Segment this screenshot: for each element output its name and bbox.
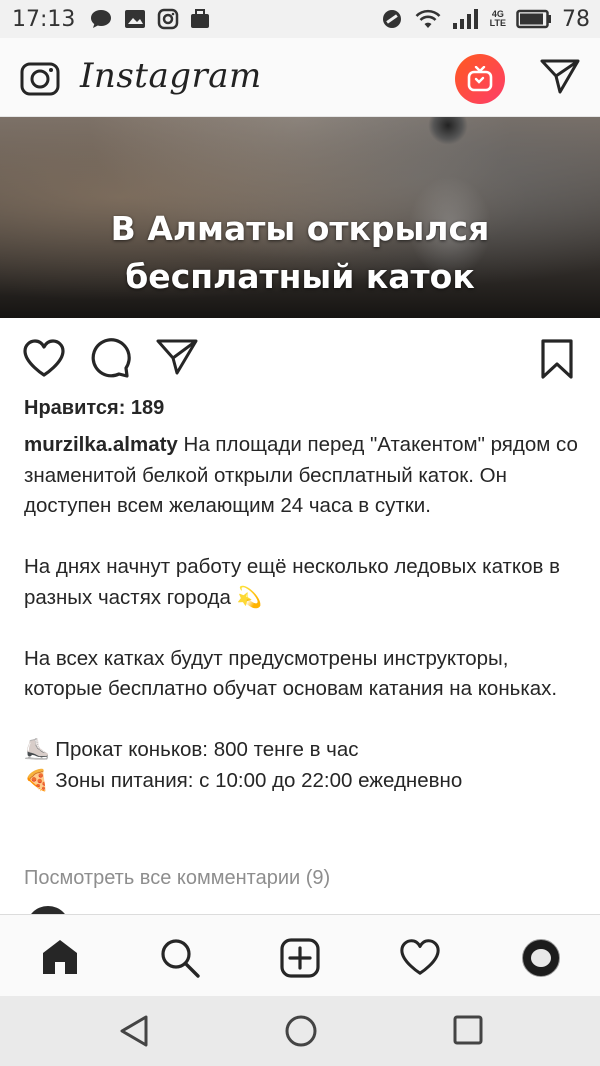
back-icon[interactable] bbox=[118, 1014, 150, 1048]
signal-icon bbox=[452, 9, 478, 29]
briefcase-icon bbox=[191, 9, 210, 28]
instagram-icon bbox=[158, 8, 179, 30]
likes-count[interactable]: Нравится: 189 bbox=[24, 397, 164, 420]
profile-avatar-image bbox=[522, 939, 560, 977]
recents-square-icon[interactable] bbox=[452, 1014, 484, 1046]
chat-bubble-icon bbox=[91, 10, 112, 28]
battery-percent: 78 bbox=[562, 6, 590, 32]
wifi-icon bbox=[415, 9, 441, 28]
battery-icon bbox=[516, 9, 551, 29]
post-actions bbox=[0, 320, 600, 390]
comment-icon[interactable] bbox=[90, 338, 132, 378]
caption-text-3: На всех катках будут предусмотрены инстр… bbox=[24, 646, 558, 701]
home-icon[interactable] bbox=[40, 937, 80, 977]
post-caption: murzilka.almaty На площади перед "Атакен… bbox=[24, 430, 580, 796]
caption-text-2: На днях начнут работу ещё несколько ледо… bbox=[24, 555, 566, 609]
image-headline: В Алматы открылся бесплатный каток bbox=[110, 209, 490, 296]
activity-heart-icon[interactable] bbox=[399, 937, 441, 977]
skater-silhouette bbox=[428, 117, 468, 145]
camera-icon[interactable] bbox=[20, 58, 60, 96]
network-type: 4G LTE bbox=[489, 9, 506, 28]
share-icon[interactable] bbox=[156, 338, 198, 376]
profile-avatar[interactable] bbox=[522, 939, 560, 977]
like-heart-icon[interactable] bbox=[22, 338, 66, 378]
caption-line-food: 🍕 Зоны питания: с 10:00 до 22:00 ежеднев… bbox=[24, 768, 463, 792]
view-comments-link[interactable]: Посмотреть все комментарии (9) bbox=[24, 867, 330, 890]
direct-message-icon[interactable] bbox=[540, 58, 580, 94]
app-header: Instagram bbox=[0, 38, 600, 117]
add-post-icon[interactable] bbox=[279, 937, 321, 979]
caption-line-skates: ⛸️ Прокат коньков: 800 тенге в час bbox=[24, 738, 359, 761]
bookmark-icon[interactable] bbox=[540, 338, 574, 380]
post-image[interactable]: В Алматы открылся бесплатный каток bbox=[0, 117, 600, 318]
system-navigation bbox=[0, 996, 600, 1066]
bottom-navigation bbox=[0, 914, 600, 997]
caption-username[interactable]: murzilka.almaty bbox=[24, 433, 178, 456]
status-bar: 17:13 4G LTE 78 bbox=[0, 0, 600, 38]
search-icon[interactable] bbox=[159, 937, 201, 979]
image-icon bbox=[125, 10, 146, 28]
notification-icons bbox=[89, 8, 211, 30]
home-circle-icon[interactable] bbox=[284, 1014, 318, 1048]
igtv-icon bbox=[467, 66, 493, 92]
do-not-disturb-icon bbox=[382, 10, 401, 28]
igtv-button[interactable] bbox=[455, 54, 505, 104]
status-time: 17:13 bbox=[12, 6, 76, 32]
instagram-logo: Instagram bbox=[80, 56, 262, 96]
